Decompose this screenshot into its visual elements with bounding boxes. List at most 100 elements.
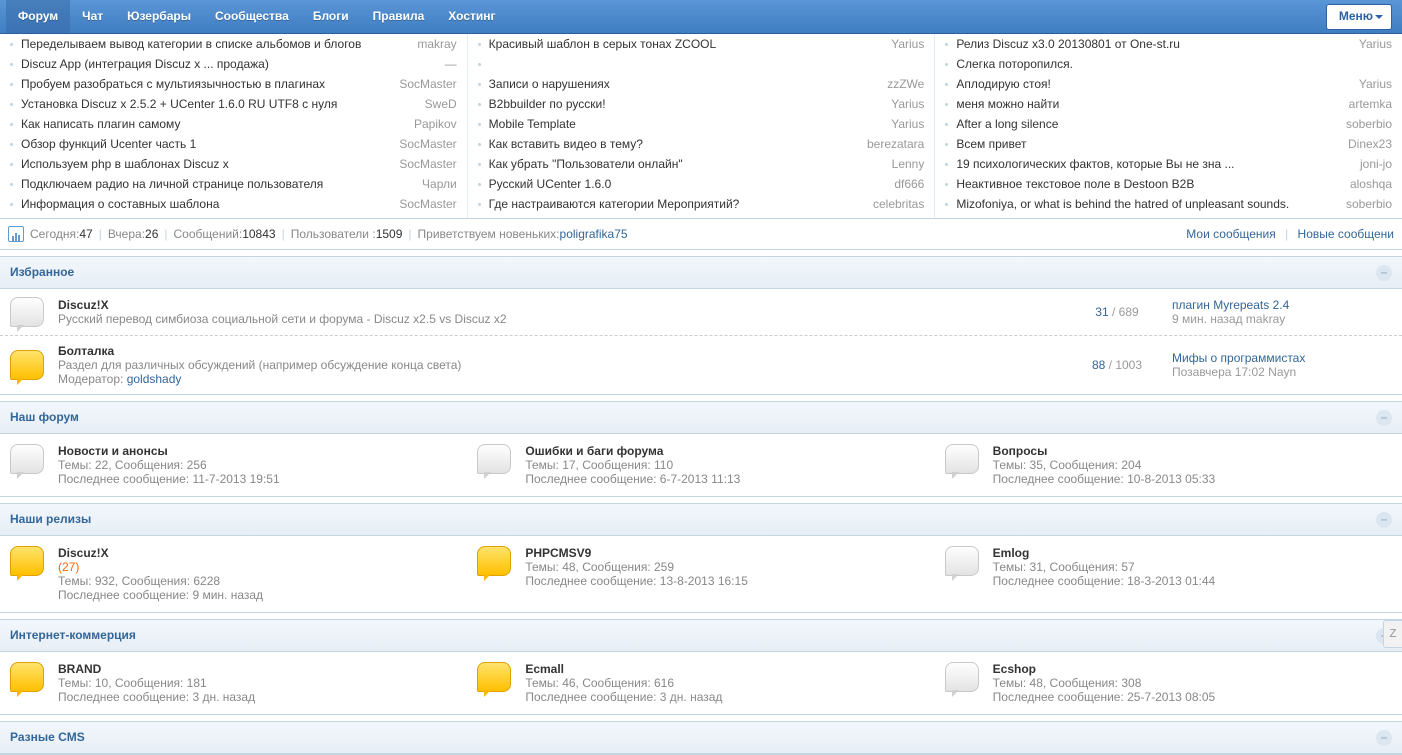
digest-topic-link[interactable]: Где настраиваются категории Мероприятий? (489, 194, 865, 214)
digest-topic-link[interactable]: Установка Discuz x 2.5.2 + UCenter 1.6.0… (21, 94, 417, 114)
digest-row[interactable]: Как убрать "Пользователи онлайн"Lenny (472, 154, 931, 174)
lastpost-link[interactable]: Мифы о программистах (1172, 351, 1305, 365)
menu-button[interactable]: Меню (1326, 4, 1392, 30)
digest-row[interactable]: Переделываем вывод категории в списке ал… (4, 34, 463, 54)
digest-topic-link[interactable]: Mizofoniya, or what is behind the hatred… (956, 194, 1338, 214)
forum-link[interactable]: Emlog (993, 546, 1030, 560)
digest-topic-link[interactable]: Подключаем радио на личной странице поль… (21, 174, 414, 194)
forum-lastpost: Последнее сообщение: 3 дн. назад (58, 690, 255, 704)
digest-row[interactable]: Используем php в шаблонах Discuz xSocMas… (4, 154, 463, 174)
stats-newest-user-link[interactable]: poligrafika75 (560, 219, 628, 249)
digest-topic-link[interactable]: B2bbuilder по русски! (489, 94, 884, 114)
digest-row[interactable]: Как вставить видео в тему?berezatara (472, 134, 931, 154)
forum-link[interactable]: Ecshop (993, 662, 1036, 676)
new-posts-link[interactable]: Новые сообщени (1298, 227, 1394, 241)
digest-topic-link[interactable]: Переделываем вывод категории в списке ал… (21, 34, 409, 54)
stats-yesterday-value: 26 (145, 219, 158, 249)
digest-topic-link[interactable]: Используем php в шаблонах Discuz x (21, 154, 391, 174)
forum-link[interactable]: BRAND (58, 662, 101, 676)
digest-row[interactable]: Discuz App (интеграция Discuz x ... прод… (4, 54, 463, 74)
digest-topic-link[interactable]: Слегка поторопился. (956, 54, 1384, 74)
digest-row[interactable]: Mobile Template Yarius (472, 114, 931, 134)
digest-topic-link[interactable]: Как убрать "Пользователи онлайн" (489, 154, 884, 174)
digest-topic-link[interactable]: Mobile Template (489, 114, 884, 134)
digest-row[interactable]: Красивый шаблон в серых тонах ZCOOLYariu… (472, 34, 931, 54)
forum-lastpost: Последнее сообщение: 25-7-2013 08:05 (993, 690, 1216, 704)
nav-item-блоги[interactable]: Блоги (301, 0, 361, 33)
collapse-icon[interactable]: – (1376, 410, 1392, 426)
favourite-forum-link[interactable]: Discuz!X (58, 298, 109, 312)
lastpost-time: Позавчера 17:02 Nayn (1172, 365, 1392, 379)
digest-author: Чарли (422, 174, 457, 194)
digest-topic-link[interactable]: Аплодирую стоя! (956, 74, 1351, 94)
digest-topic-link[interactable]: Пробуем разобраться с мультиязычностью в… (21, 74, 391, 94)
digest-row[interactable]: Русский UCenter 1.6.0df666 (472, 174, 931, 194)
forum-link[interactable]: PHPCMSV9 (525, 546, 591, 560)
stats-icon[interactable] (8, 226, 24, 242)
digest-row[interactable]: 19 психологических фактов, которые Вы не… (939, 154, 1398, 174)
digest-topic-link[interactable]: меня можно найти (956, 94, 1340, 114)
section-header[interactable]: Избранное – (0, 257, 1402, 289)
nav-item-хостинг[interactable]: Хостинг (436, 0, 507, 33)
digest-row[interactable]: меня можно найтиartemka (939, 94, 1398, 114)
moderator-link[interactable]: goldshady (127, 372, 182, 386)
digest-row[interactable]: Слегка поторопился. (939, 54, 1398, 74)
stats-bar: Сегодня: 47 | Вчера: 26 | Сообщений: 108… (0, 219, 1402, 250)
section-header[interactable]: Интернет-коммерция– (0, 620, 1402, 652)
forum-bubble-icon (945, 444, 979, 474)
nav-item-юзербары[interactable]: Юзербары (115, 0, 203, 33)
collapse-icon[interactable]: – (1376, 730, 1392, 746)
forum-link[interactable]: Ошибки и баги форума (525, 444, 663, 458)
digest-author: Yarius (891, 114, 924, 134)
nav-item-правила[interactable]: Правила (361, 0, 437, 33)
digest-topic-link[interactable]: After a long silence (956, 114, 1338, 134)
digest-topic-link[interactable]: Русский UCenter 1.6.0 (489, 174, 887, 194)
section-header[interactable]: Наш форум – (0, 402, 1402, 434)
nav-item-чат[interactable]: Чат (70, 0, 115, 33)
digest-row[interactable]: Релиз Discuz x3.0 20130801 от One-st.ruY… (939, 34, 1398, 54)
digest-topic-link[interactable]: Обзор функций Ucenter часть 1 (21, 134, 391, 154)
collapse-icon[interactable]: – (1376, 512, 1392, 528)
forum-link[interactable]: Новости и анонсы (58, 444, 168, 458)
section-header[interactable]: Наши релизы– (0, 504, 1402, 536)
digest-row[interactable]: B2bbuilder по русски!Yarius (472, 94, 931, 114)
digest-row[interactable]: Как написать плагин самомуPapikov (4, 114, 463, 134)
digest-topic-link[interactable]: Как написать плагин самому (21, 114, 406, 134)
digest-row[interactable]: Где настраиваются категории Мероприятий?… (472, 194, 931, 214)
forum-link[interactable]: Вопросы (993, 444, 1048, 458)
collapse-icon[interactable]: – (1376, 265, 1392, 281)
digest-topic-link[interactable]: Красивый шаблон в серых тонах ZCOOL (489, 34, 884, 54)
digest-row[interactable] (472, 54, 931, 74)
digest-topic-link[interactable]: Релиз Discuz x3.0 20130801 от One-st.ru (956, 34, 1351, 54)
forum-section: Интернет-коммерция–BRANDТемы: 10, Сообще… (0, 619, 1402, 715)
digest-row[interactable]: Обзор функций Ucenter часть 1SocMaster (4, 134, 463, 154)
nav-item-сообщества[interactable]: Сообщества (203, 0, 301, 33)
digest-row[interactable]: Аплодирую стоя!Yarius (939, 74, 1398, 94)
section-title: Наш форум (10, 402, 79, 433)
digest-topic-link[interactable]: Всем привет (956, 134, 1340, 154)
digest-row[interactable]: Всем приветDinex23 (939, 134, 1398, 154)
digest-topic-link[interactable]: Неактивное текстовое поле в Destoon B2B (956, 174, 1342, 194)
digest-topic-link[interactable]: 19 психологических фактов, которые Вы не… (956, 154, 1352, 174)
favourite-forum-link[interactable]: Болталка (58, 344, 114, 358)
digest-topic-link[interactable]: Discuz App (интеграция Discuz x ... прод… (21, 54, 437, 74)
forum-link[interactable]: Ecmall (525, 662, 564, 676)
forum-link[interactable]: Discuz!X (58, 546, 109, 560)
digest-row[interactable]: Установка Discuz x 2.5.2 + UCenter 1.6.0… (4, 94, 463, 114)
digest-topic-link[interactable]: Информация о составных шаблона (21, 194, 391, 214)
digest-topic-link[interactable]: Записи о нарушениях (489, 74, 880, 94)
digest-topic-link[interactable]: Как вставить видео в тему? (489, 134, 859, 154)
digest-row[interactable]: Подключаем радио на личной странице поль… (4, 174, 463, 194)
nav-item-форум[interactable]: Форум (6, 0, 70, 33)
forum-stats: Темы: 48, Сообщения: 308 (993, 676, 1216, 690)
lastpost-link[interactable]: плагин Myrepeats 2.4 (1172, 298, 1289, 312)
digest-row[interactable]: Пробуем разобраться с мультиязычностью в… (4, 74, 463, 94)
digest-row[interactable]: After a long silencesoberbio (939, 114, 1398, 134)
forum-bubble-icon (10, 444, 44, 474)
digest-row[interactable]: Информация о составных шаблонаSocMaster (4, 194, 463, 214)
digest-row[interactable]: Mizofoniya, or what is behind the hatred… (939, 194, 1398, 214)
digest-row[interactable]: Записи о нарушенияхzzZWe (472, 74, 931, 94)
digest-row[interactable]: Неактивное текстовое поле в Destoon B2Ba… (939, 174, 1398, 194)
my-posts-link[interactable]: Мои сообщения (1186, 227, 1275, 241)
sidebar-toggle[interactable]: Z (1383, 620, 1402, 648)
